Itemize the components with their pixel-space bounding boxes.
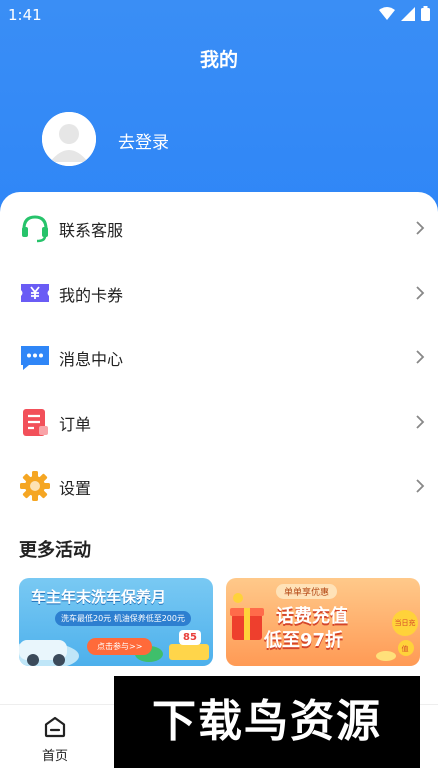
menu-item-messages[interactable]: 消息中心 bbox=[0, 329, 438, 385]
chevron-right-icon bbox=[416, 221, 425, 235]
tab-label: 首页 bbox=[41, 749, 68, 764]
menu-item-customer-service[interactable]: 联系客服 bbox=[0, 200, 438, 256]
chevron-right-icon bbox=[416, 479, 425, 493]
watermark-overlay: 下载鸟资源 bbox=[114, 676, 420, 768]
avatar[interactable] bbox=[42, 112, 96, 166]
banner-tag: 单单享优惠 bbox=[276, 584, 338, 599]
page-title: 我的 bbox=[199, 49, 238, 71]
menu-item-coupons[interactable]: 我的卡券 bbox=[0, 265, 438, 321]
wifi-icon bbox=[379, 6, 395, 20]
gear-icon bbox=[20, 471, 50, 501]
message-icon bbox=[21, 346, 49, 370]
menu-label: 订单 bbox=[59, 415, 92, 434]
tab-home[interactable]: 首页 bbox=[28, 715, 82, 771]
banner-subtitle: 洗车最低20元 机油保养低至200元 bbox=[55, 611, 191, 626]
banner-title: 话费充值 bbox=[276, 606, 348, 627]
chevron-right-icon bbox=[416, 415, 425, 429]
order-icon bbox=[23, 409, 48, 436]
menu-label: 联系客服 bbox=[59, 221, 124, 240]
join-button[interactable]: 点击参与>> bbox=[87, 638, 153, 655]
menu-label: 设置 bbox=[59, 479, 92, 498]
status-bar: 1:41 bbox=[0, 0, 438, 30]
signal-icon bbox=[401, 6, 415, 21]
user-avatar-icon bbox=[42, 112, 96, 166]
section-title-activities: 更多活动 bbox=[19, 540, 91, 561]
menu-label: 消息中心 bbox=[59, 350, 124, 369]
chevron-right-icon bbox=[416, 350, 425, 364]
menu-item-settings[interactable]: 设置 bbox=[0, 458, 438, 514]
chevron-right-icon bbox=[416, 286, 425, 300]
coupon-icon bbox=[21, 284, 49, 302]
menu-label: 我的卡券 bbox=[59, 286, 124, 305]
phone-recharge-banner[interactable]: 单单享优惠 话费充值 低至97折 当日充值 bbox=[226, 578, 420, 666]
status-icons bbox=[379, 6, 430, 21]
banner-discount: 低至97折 bbox=[264, 630, 344, 651]
login-link[interactable]: 去登录 bbox=[118, 128, 169, 153]
banner-title: 车主年末洗车保养月 bbox=[31, 588, 167, 606]
status-time: 1:41 bbox=[8, 6, 42, 24]
home-icon bbox=[44, 716, 66, 738]
battery-icon bbox=[421, 6, 430, 21]
menu-item-orders[interactable]: 订单 bbox=[0, 394, 438, 450]
headset-icon bbox=[22, 215, 48, 243]
profile-header: 1:41 我的 去登录 bbox=[0, 0, 438, 220]
car-wash-banner[interactable]: 车主年末洗车保养月 洗车最低20元 机油保养低至200元 点击参与>> 85 bbox=[19, 578, 213, 666]
corner-badge: 当日充值 bbox=[392, 610, 418, 653]
discount-badge: 85 bbox=[179, 630, 201, 645]
